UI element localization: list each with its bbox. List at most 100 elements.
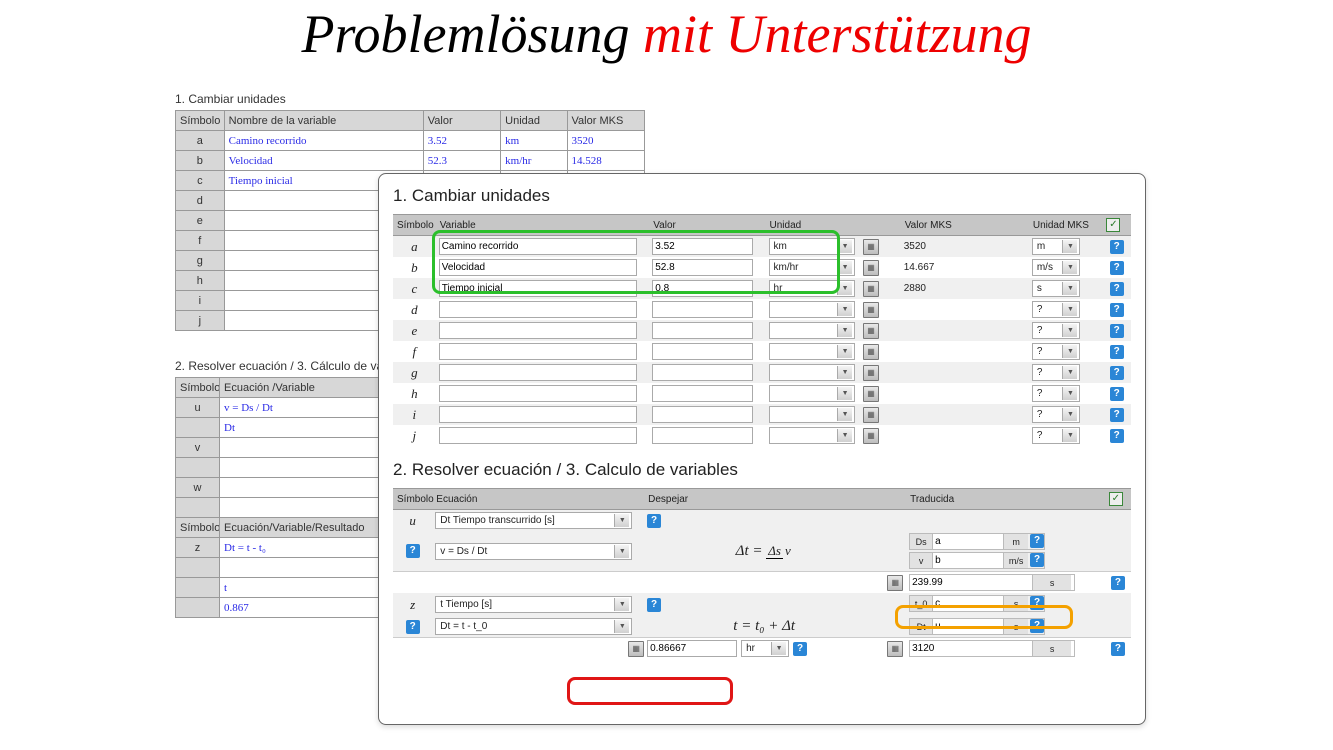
help-icon[interactable]: ?: [1110, 240, 1124, 254]
select-mks-unit[interactable]: ?▼: [1032, 427, 1081, 444]
chevron-down-icon: ▼: [1062, 408, 1077, 421]
chevron-down-icon: ▼: [1062, 240, 1077, 253]
help-icon[interactable]: ?: [1110, 429, 1124, 443]
help-icon[interactable]: ?: [1030, 619, 1044, 633]
input-v[interactable]: [933, 553, 1003, 568]
select-mks-unit[interactable]: ?▼: [1032, 364, 1081, 381]
select-unidad[interactable]: ▼: [769, 427, 856, 444]
input-valor[interactable]: [652, 385, 753, 402]
help-icon[interactable]: ?: [406, 620, 420, 634]
help-icon[interactable]: ?: [1030, 534, 1044, 548]
help-icon[interactable]: ?: [406, 544, 420, 558]
input-variable[interactable]: [439, 427, 637, 444]
select-mks-unit[interactable]: s▼: [1032, 280, 1081, 297]
select-unidad[interactable]: ▼: [769, 343, 856, 360]
select-unidad[interactable]: ▼: [769, 322, 856, 339]
input-variable[interactable]: [439, 343, 637, 360]
select-mks-unit[interactable]: m/s▼: [1032, 259, 1081, 276]
input-valor[interactable]: [652, 343, 753, 360]
input-valor[interactable]: [652, 238, 753, 255]
select-manual-unit-z[interactable]: hr▼: [741, 640, 789, 657]
input-t0[interactable]: [933, 596, 1003, 611]
back-eq-sym: z: [176, 538, 220, 558]
result-z-value[interactable]: [910, 641, 1032, 656]
calculator-icon[interactable]: ▦: [863, 386, 879, 402]
back-eq-sym: [176, 498, 220, 518]
units-sym: b: [393, 257, 436, 278]
input-valor[interactable]: [652, 322, 753, 339]
help-icon[interactable]: ?: [1110, 345, 1124, 359]
input-variable[interactable]: [439, 364, 637, 381]
help-icon[interactable]: ?: [1110, 387, 1124, 401]
select-unidad[interactable]: km▼: [769, 238, 856, 255]
select-mks-unit[interactable]: ?▼: [1032, 301, 1081, 318]
chevron-down-icon: ▼: [1062, 387, 1077, 400]
select-mks-unit[interactable]: ?▼: [1032, 406, 1081, 423]
input-Ds[interactable]: [933, 534, 1003, 549]
select-unidad[interactable]: hr▼: [769, 280, 856, 297]
select-mks-unit[interactable]: ?▼: [1032, 343, 1081, 360]
calculator-icon[interactable]: ▦: [863, 239, 879, 255]
select-unidad[interactable]: ▼: [769, 364, 856, 381]
help-icon[interactable]: ?: [1110, 303, 1124, 317]
calculator-icon[interactable]: ▦: [863, 281, 879, 297]
input-variable[interactable]: [439, 280, 637, 297]
calculator-icon[interactable]: ▦: [887, 575, 903, 591]
help-icon[interactable]: ?: [647, 598, 661, 612]
select-variable-z[interactable]: t Tiempo [s]▼: [435, 596, 632, 613]
chevron-down-icon: ▼: [837, 240, 852, 253]
input-variable[interactable]: [439, 406, 637, 423]
select-unidad[interactable]: ▼: [769, 406, 856, 423]
input-variable[interactable]: [439, 301, 637, 318]
input-variable[interactable]: [439, 259, 637, 276]
help-icon[interactable]: ?: [647, 514, 661, 528]
select-equation-u[interactable]: v = Ds / Dt▼: [435, 543, 632, 560]
calculator-icon[interactable]: ▦: [863, 365, 879, 381]
select-mks-unit[interactable]: ?▼: [1032, 322, 1081, 339]
input-Dt[interactable]: [933, 619, 1003, 634]
input-valor[interactable]: [652, 259, 753, 276]
calculator-icon[interactable]: ▦: [863, 323, 879, 339]
mks-value: [901, 320, 1020, 341]
select-mks-unit[interactable]: m▼: [1032, 238, 1081, 255]
help-icon[interactable]: ?: [1030, 596, 1044, 610]
help-icon[interactable]: ?: [1110, 282, 1124, 296]
input-variable[interactable]: [439, 322, 637, 339]
help-icon[interactable]: ?: [1110, 261, 1124, 275]
help-icon[interactable]: ?: [1110, 366, 1124, 380]
select-unidad[interactable]: ▼: [769, 301, 856, 318]
help-icon[interactable]: ?: [1110, 408, 1124, 422]
input-valor[interactable]: [652, 280, 753, 297]
select-mks-unit[interactable]: ?▼: [1032, 385, 1081, 402]
check-icon[interactable]: ✓: [1109, 492, 1123, 506]
check-icon[interactable]: ✓: [1106, 218, 1120, 232]
select-equation-z[interactable]: Dt = t - t_0▼: [435, 618, 632, 635]
input-valor[interactable]: [652, 406, 753, 423]
calculator-icon[interactable]: ▦: [863, 407, 879, 423]
help-icon[interactable]: ?: [793, 642, 807, 656]
input-valor[interactable]: [652, 364, 753, 381]
help-icon[interactable]: ?: [1030, 553, 1044, 567]
calculator-icon[interactable]: ▦: [887, 641, 903, 657]
chevron-down-icon: ▼: [1062, 345, 1077, 358]
select-unidad[interactable]: km/hr▼: [769, 259, 856, 276]
help-icon[interactable]: ?: [1110, 324, 1124, 338]
calculator-icon[interactable]: ▦: [628, 641, 644, 657]
input-variable[interactable]: [439, 238, 637, 255]
calculator-icon[interactable]: ▦: [863, 428, 879, 444]
help-icon[interactable]: ?: [1111, 576, 1125, 590]
input-variable[interactable]: [439, 385, 637, 402]
input-valor[interactable]: [652, 301, 753, 318]
help-icon[interactable]: ?: [1111, 642, 1125, 656]
result-u: s: [909, 574, 1075, 591]
input-valor[interactable]: [652, 427, 753, 444]
calculator-icon[interactable]: ▦: [863, 260, 879, 276]
calculator-icon[interactable]: ▦: [863, 302, 879, 318]
select-variable-u[interactable]: Dt Tiempo transcurrido [s]▼: [435, 512, 632, 529]
chevron-down-icon: ▼: [614, 620, 629, 633]
hdr-simbolo3: Símbolo: [176, 518, 220, 538]
result-u-value[interactable]: [910, 575, 1032, 590]
calculator-icon[interactable]: ▦: [863, 344, 879, 360]
input-manual-z[interactable]: [647, 640, 737, 657]
select-unidad[interactable]: ▼: [769, 385, 856, 402]
